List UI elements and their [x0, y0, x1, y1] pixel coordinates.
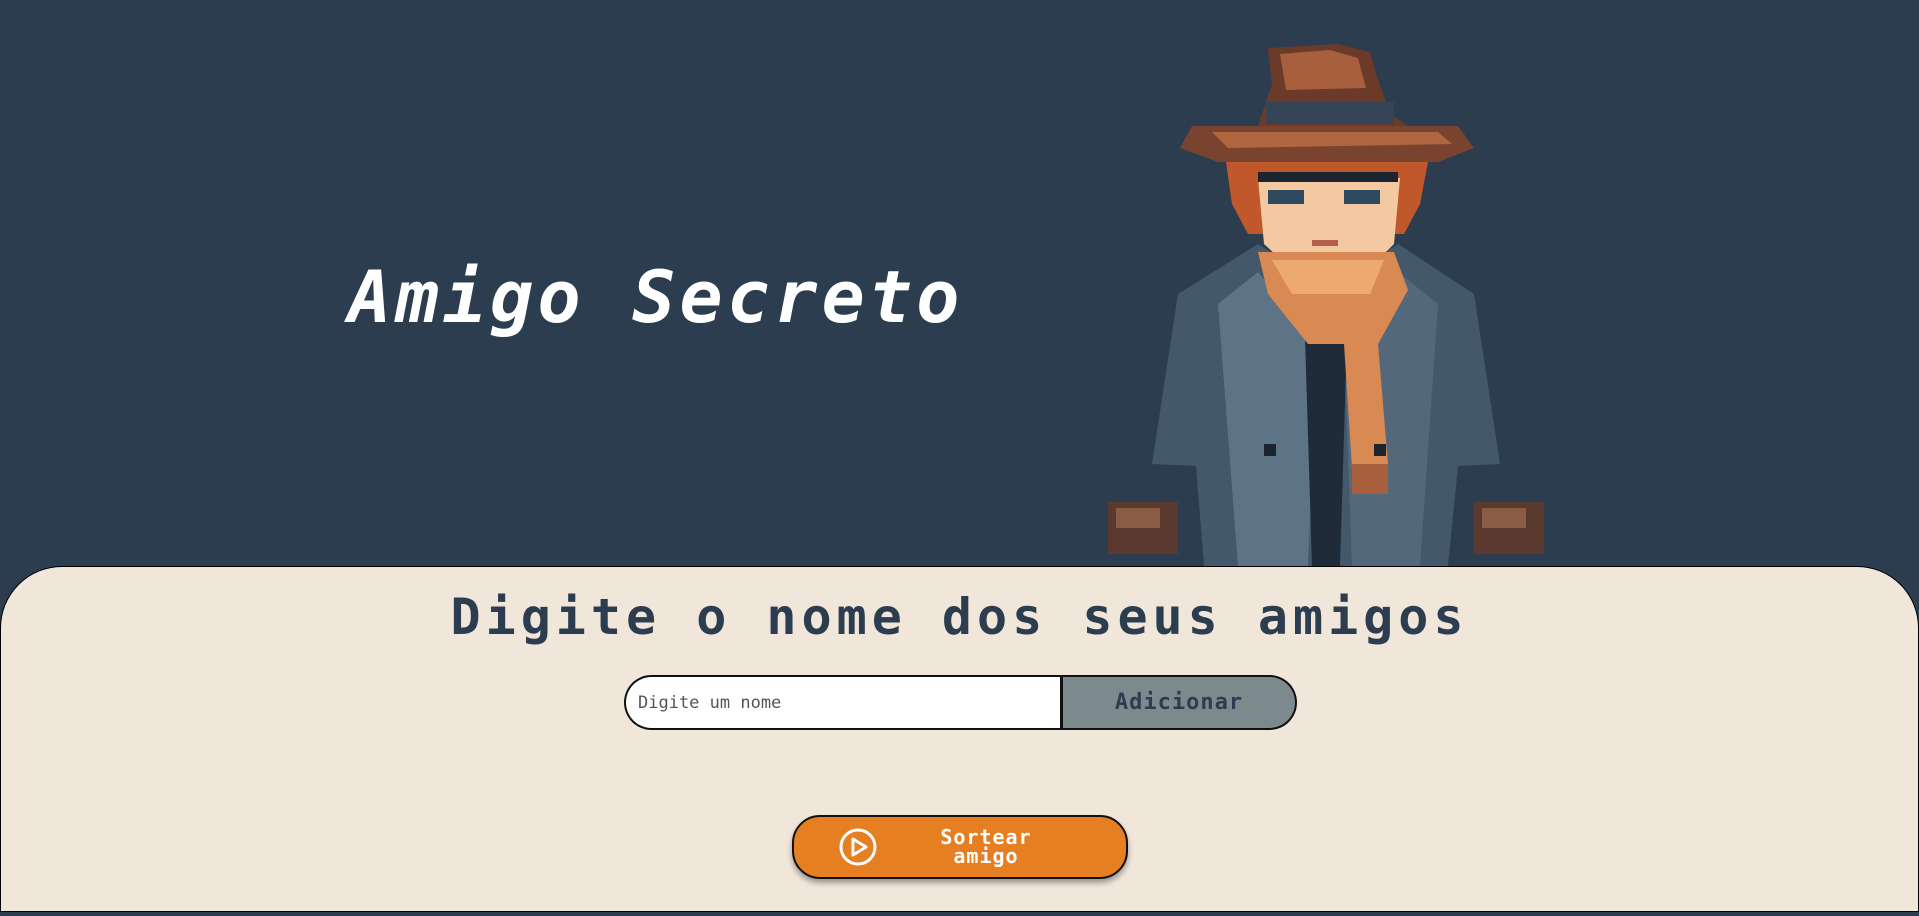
- name-input[interactable]: [624, 675, 1060, 730]
- draw-friend-button[interactable]: Sortear amigo: [792, 815, 1128, 879]
- draw-button-label: Sortear amigo: [886, 827, 1086, 868]
- page-title: Amigo Secreto: [348, 255, 964, 339]
- page: Amigo Secreto Digite o nome dos seus ami…: [0, 0, 1919, 916]
- add-friend-form: Adicionar: [624, 675, 1297, 730]
- section-heading: Digite o nome dos seus amigos: [450, 588, 1469, 646]
- detective-illustration: [1108, 44, 1544, 566]
- add-button[interactable]: Adicionar: [1060, 675, 1297, 730]
- play-circle-icon: [839, 828, 877, 866]
- draw-button-label-line2: amigo: [953, 844, 1019, 868]
- header: Amigo Secreto: [0, 0, 1919, 566]
